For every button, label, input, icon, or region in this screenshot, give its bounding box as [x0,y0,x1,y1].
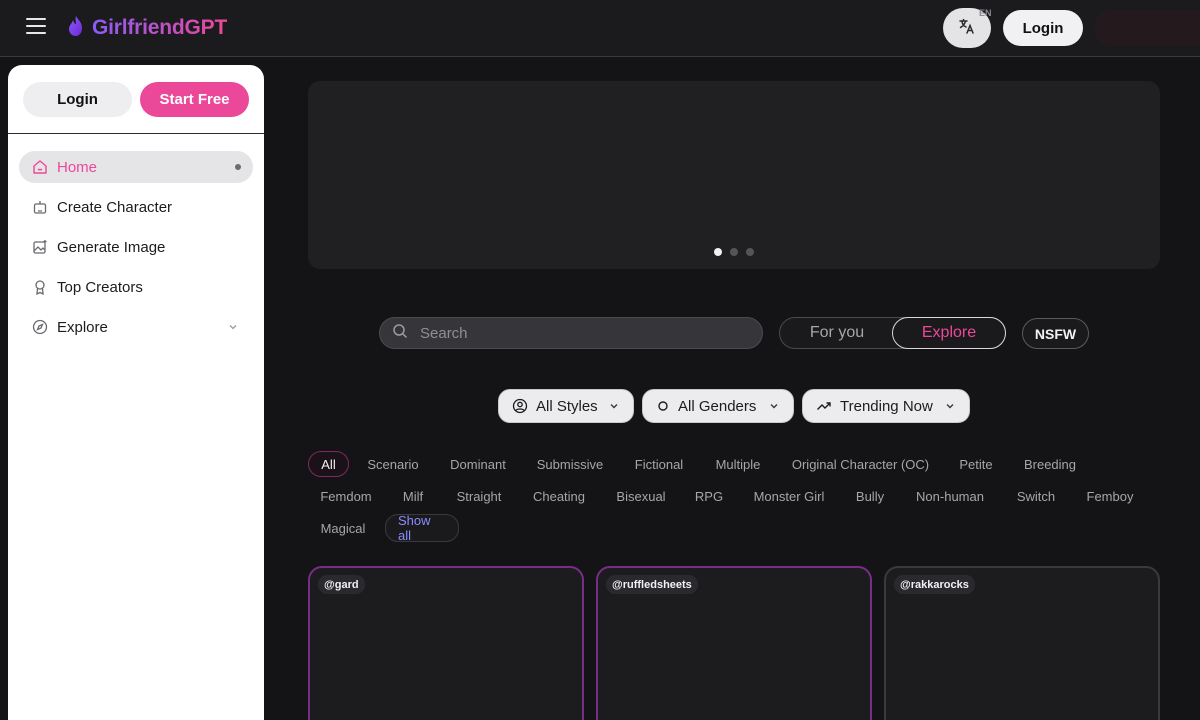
show-all-tags-button[interactable]: Show all [385,513,459,543]
nsfw-toggle[interactable]: NSFW [1022,318,1089,349]
tag-scenario[interactable]: Scenario [360,451,426,477]
tag-bisexual[interactable]: Bisexual [610,483,672,509]
chevron-down-icon [608,400,620,412]
home-icon [31,158,49,176]
tab-for-you[interactable]: For you [781,319,893,347]
flame-icon [66,15,86,42]
search-input[interactable] [420,324,740,342]
header-cta-button[interactable] [1094,10,1200,46]
trending-up-icon [816,398,832,414]
sidebar-item-label: Home [57,158,98,176]
tag-femboy[interactable]: Femboy [1080,483,1140,509]
tag-multiple[interactable]: Multiple [708,451,768,477]
card-creator[interactable]: @gard [318,575,365,594]
sidebar-login-button[interactable]: Login [23,82,132,117]
image-sparkle-icon [31,238,49,256]
tag-original-character[interactable]: Original Character (OC) [785,451,936,477]
award-icon [31,278,49,296]
start-free-button[interactable]: Start Free [140,82,249,117]
user-circle-icon [512,398,528,414]
card-creator[interactable]: @rakkarocks [894,575,975,594]
robot-icon [31,198,49,216]
carousel-dot-2[interactable] [730,248,738,256]
styles-filter-label: All Styles [536,397,598,415]
tag-petite[interactable]: Petite [953,451,999,477]
tag-switch[interactable]: Switch [1009,483,1063,509]
tag-monster-girl[interactable]: Monster Girl [746,483,832,509]
tag-bully[interactable]: Bully [848,483,892,509]
tag-rpg[interactable]: RPG [690,483,728,509]
carousel-dot-1[interactable] [714,248,722,256]
chevron-down-icon[interactable] [227,320,239,337]
search-icon [392,323,408,344]
hero-carousel[interactable] [308,81,1160,269]
sidebar-divider [8,133,264,134]
tag-submissive[interactable]: Submissive [530,451,610,477]
sort-filter-dropdown[interactable]: Trending Now [802,389,970,423]
top-bar: GirlfriendGPT EN Login [0,0,1200,57]
sidebar-item-generate-image[interactable]: Generate Image [19,231,253,263]
sidebar-item-label: Create Character [57,198,173,216]
brand-name: GirlfriendGPT [92,16,228,39]
tag-breeding[interactable]: Breeding [1016,451,1084,477]
sidebar-item-home[interactable]: Home [19,151,253,183]
search-bar [379,317,763,349]
translate-icon [958,17,976,40]
header-login-button[interactable]: Login [1003,10,1083,46]
card-creator[interactable]: @ruffledsheets [606,575,698,594]
brand-logo[interactable]: GirlfriendGPT [66,14,227,42]
active-indicator [235,164,241,170]
genders-filter-dropdown[interactable]: All Genders [642,389,794,423]
character-card[interactable]: @ruffledsheets [596,566,872,720]
styles-filter-dropdown[interactable]: All Styles [498,389,634,423]
sidebar-item-top-creators[interactable]: Top Creators [19,271,253,303]
sidebar-item-label: Top Creators [57,278,143,296]
sidebar-item-label: Generate Image [57,238,166,256]
character-card[interactable]: @gard [308,566,584,720]
compass-icon [31,318,49,336]
tag-all[interactable]: All [308,451,349,477]
sidebar-item-label: Explore [57,318,108,336]
tag-magical[interactable]: Magical [314,515,372,541]
tag-non-human[interactable]: Non-human [909,483,991,509]
language-code: EN [979,8,992,18]
character-card[interactable]: @rakkarocks [884,566,1160,720]
sidebar-item-create-character[interactable]: Create Character [19,191,253,223]
tag-cheating[interactable]: Cheating [526,483,592,509]
tag-fictional[interactable]: Fictional [628,451,690,477]
sort-filter-label: Trending Now [840,397,933,415]
chevron-down-icon [768,400,780,412]
menu-icon[interactable] [26,18,46,38]
sidebar: Login Start Free Home Create Character G… [8,65,264,720]
genders-filter-label: All Genders [678,397,757,415]
tag-straight[interactable]: Straight [449,483,509,509]
tag-milf[interactable]: Milf [396,483,430,509]
carousel-dot-3[interactable] [746,248,754,256]
sidebar-item-explore[interactable]: Explore [19,311,253,343]
tag-dominant[interactable]: Dominant [442,451,514,477]
view-toggle: For you Explore [779,317,1006,349]
tag-femdom[interactable]: Femdom [314,483,378,509]
chevron-down-icon [944,400,956,412]
tab-explore[interactable]: Explore [892,317,1006,349]
circle-icon [656,399,670,413]
